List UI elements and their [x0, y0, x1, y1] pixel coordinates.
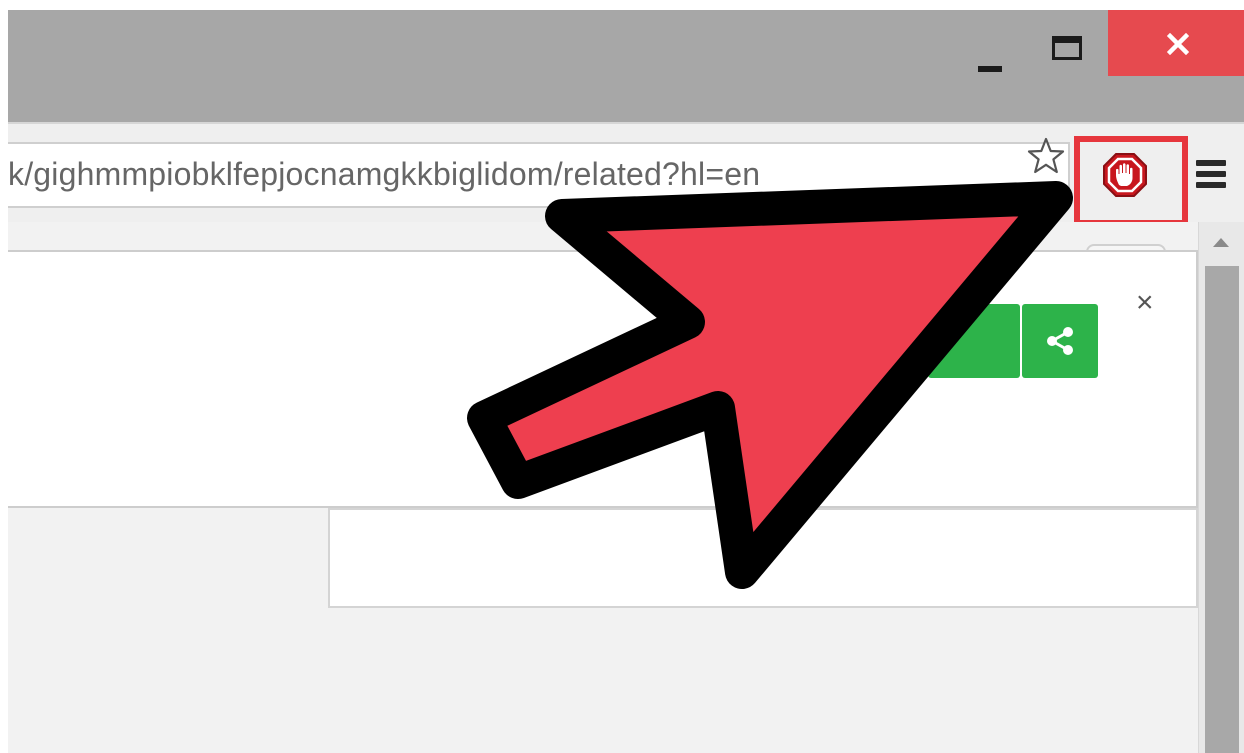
minimize-button[interactable] — [966, 26, 1018, 82]
scrollbar-thumb[interactable] — [1205, 266, 1239, 753]
maximize-button[interactable] — [1042, 26, 1098, 82]
action-button[interactable] — [928, 304, 1020, 378]
adblock-stop-hand-icon[interactable] — [1102, 152, 1148, 198]
share-icon — [1047, 327, 1073, 355]
scroll-up-arrow-icon[interactable] — [1213, 238, 1229, 247]
browser-toolbar: k/gighmmpiobklfepjocnamgkkbiglidom/relat… — [8, 122, 1244, 226]
extension-dialog: × — [8, 250, 1198, 508]
share-button[interactable] — [1022, 304, 1098, 378]
browser-window: k/gighmmpiobklfepjocnamgkkbiglidom/relat… — [8, 10, 1244, 753]
address-bar[interactable]: k/gighmmpiobklfepjocnamgkkbiglidom/relat… — [8, 142, 1070, 208]
title-bar — [8, 10, 1244, 122]
page-content: × — [8, 222, 1244, 753]
dialog-close-icon[interactable]: × — [1136, 288, 1154, 318]
vertical-scrollbar[interactable] — [1198, 222, 1244, 753]
close-icon — [1167, 33, 1189, 55]
star-icon[interactable] — [1026, 136, 1066, 176]
hamburger-menu-icon[interactable] — [1196, 160, 1226, 190]
url-text: k/gighmmpiobklfepjocnamgkkbiglidom/relat… — [8, 156, 761, 192]
content-panel — [328, 508, 1198, 608]
maximize-icon — [1052, 36, 1082, 60]
close-window-button[interactable] — [1108, 10, 1244, 76]
minimize-icon — [978, 66, 1002, 72]
